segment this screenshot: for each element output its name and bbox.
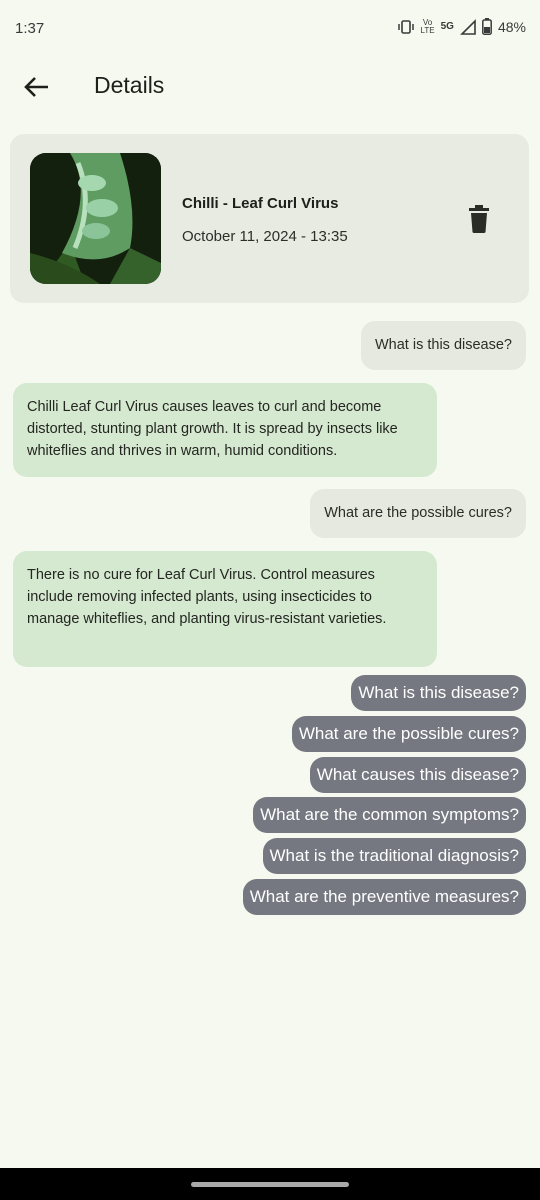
suggestion-chip[interactable]: What are the preventive measures? <box>242 879 526 915</box>
status-time: 1:37 <box>15 20 45 37</box>
signal-icon <box>460 18 476 35</box>
volte-indicator: Vo LTE <box>420 17 435 35</box>
page-title: Details <box>94 72 165 98</box>
user-message: What is this disease? <box>360 321 526 370</box>
suggestion-chip[interactable]: What are the common symptoms? <box>253 797 526 833</box>
status-icons: Vo LTE 5G 48% <box>397 18 526 35</box>
suggestion-chip[interactable]: What is the traditional diagnosis? <box>262 838 526 874</box>
suggestion-chip[interactable]: What causes this disease? <box>309 757 526 793</box>
bot-message: Chilli Leaf Curl Virus causes leaves to … <box>13 383 437 477</box>
leaf-image <box>30 153 161 284</box>
bot-message: There is no cure for Leaf Curl Virus. Co… <box>13 551 437 667</box>
suggestion-chip[interactable]: What are the possible cures? <box>291 716 526 752</box>
battery-percent: 48% <box>497 18 526 35</box>
diagnosis-card: Chilli - Leaf Curl Virus October 11, 202… <box>10 134 529 303</box>
diagnosis-date: October 11, 2024 - 13:35 <box>182 228 348 245</box>
home-gesture-handle[interactable] <box>191 1182 349 1187</box>
back-arrow-icon[interactable] <box>22 72 52 102</box>
status-bar: 1:37 Vo LTE 5G 48% <box>0 0 540 58</box>
vibrate-icon <box>397 19 414 34</box>
delete-icon[interactable] <box>466 204 492 234</box>
system-nav-bar <box>0 1168 540 1200</box>
disease-name: Chilli - Leaf Curl Virus <box>182 195 339 212</box>
suggestion-chip[interactable]: What is this disease? <box>351 675 526 711</box>
network-type-label: 5G <box>440 21 454 32</box>
app-bar: Details <box>0 58 540 114</box>
user-message: What are the possible cures? <box>310 489 526 538</box>
battery-icon <box>482 18 492 35</box>
